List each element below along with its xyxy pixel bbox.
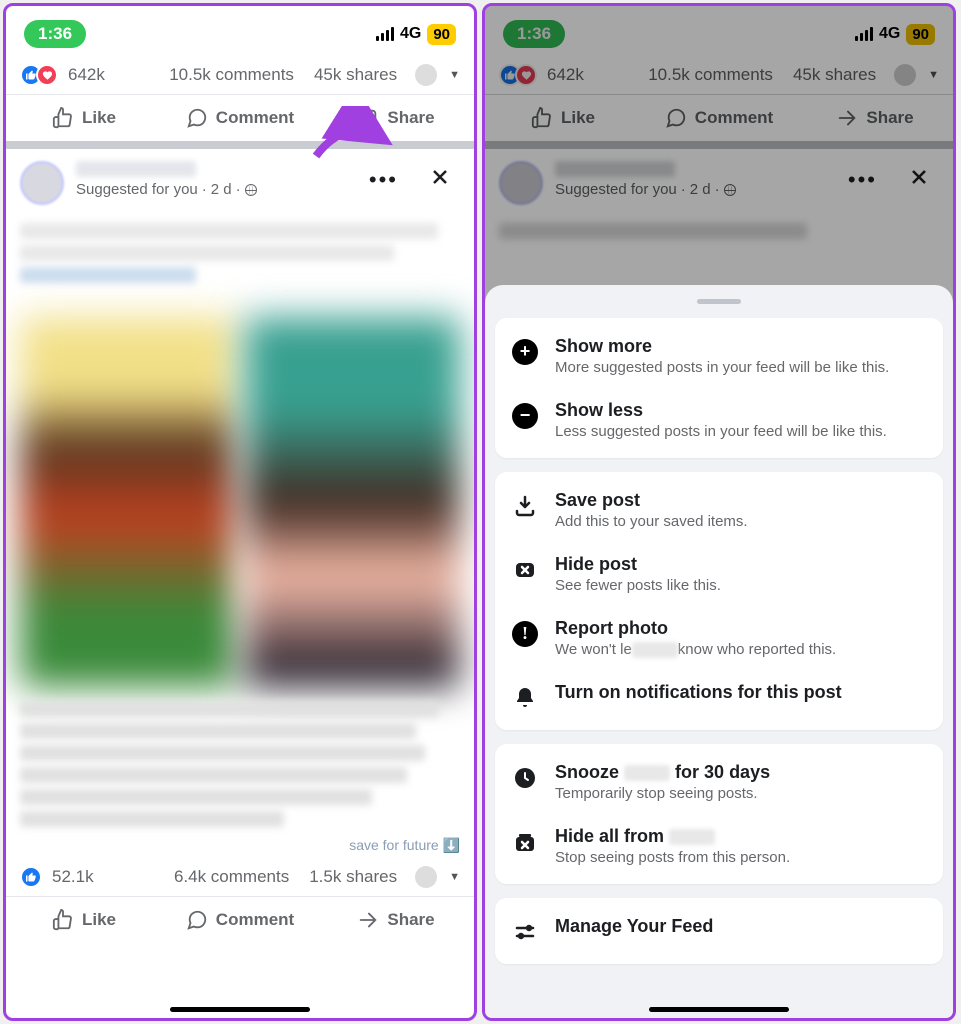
- post-options-sheet: + Show more More suggested posts in your …: [485, 285, 953, 1018]
- redacted-name: [624, 765, 670, 781]
- save-future-text: save for future ⬇️: [6, 833, 474, 858]
- save-icon: [511, 492, 539, 520]
- status-time: 1:36: [24, 20, 86, 48]
- comment-button[interactable]: Comment: [162, 897, 318, 943]
- show-more-label: Show more: [555, 336, 927, 357]
- report-photo-option[interactable]: ! Report photoWe won't leknow who report…: [495, 606, 943, 670]
- hide-all-icon: [511, 828, 539, 856]
- post-age: 2 d: [211, 181, 232, 198]
- post2-actions: Like Comment Share: [6, 896, 474, 943]
- globe-icon: [245, 184, 257, 196]
- suggested-label: Suggested for you: [76, 181, 198, 198]
- left-phone-screenshot: 1:36 4G 90 642k 10.5k comments 45k share…: [3, 3, 477, 1021]
- comments-count: 6.4k comments: [104, 867, 290, 887]
- home-indicator[interactable]: [649, 1007, 789, 1012]
- show-less-option[interactable]: − Show less Less suggested posts in your …: [495, 388, 943, 452]
- manage-feed-option[interactable]: Manage Your Feed: [495, 904, 943, 958]
- sheet-section-feedback: + Show more More suggested posts in your …: [495, 318, 943, 458]
- thumbs-up-icon: [52, 107, 74, 129]
- like-reaction-icon: [20, 866, 42, 888]
- post-meta: Suggested for you · 2 d ·: [76, 181, 347, 198]
- shares-count: 1.5k shares: [309, 867, 397, 887]
- right-phone-screenshot: 1:364G90 642k10.5k comments45k shares▼ L…: [482, 3, 956, 1021]
- author-name-redacted[interactable]: [76, 161, 196, 177]
- post-header: Suggested for you · 2 d · •••: [6, 149, 474, 217]
- caret-down-icon: ▼: [449, 871, 460, 883]
- love-reaction-icon: [36, 64, 58, 86]
- redacted-name: [632, 642, 678, 658]
- show-more-sub: More suggested posts in your feed will b…: [555, 359, 927, 376]
- status-indicators: 4G 90: [376, 24, 456, 45]
- post-caption-redacted: [6, 701, 474, 827]
- home-indicator[interactable]: [170, 1007, 310, 1012]
- show-less-sub: Less suggested posts in your feed will b…: [555, 423, 927, 440]
- minus-icon: −: [512, 403, 538, 429]
- show-more-option[interactable]: + Show more More suggested posts in your …: [495, 324, 943, 388]
- clock-icon: [511, 764, 539, 792]
- sheet-section-author-actions: Snooze for 30 daysTemporarily stop seein…: [495, 744, 943, 884]
- share-button[interactable]: Share: [318, 95, 474, 141]
- shares-count: 45k shares: [314, 65, 397, 85]
- sheet-grabber[interactable]: [697, 299, 741, 304]
- post-close-button[interactable]: [420, 161, 460, 198]
- reaction-count: 52.1k: [52, 867, 94, 887]
- sliders-icon: [511, 918, 539, 946]
- post-body: [6, 223, 474, 303]
- snooze-option[interactable]: Snooze for 30 daysTemporarily stop seein…: [495, 750, 943, 814]
- comment-label: Comment: [216, 108, 294, 128]
- post-actions: Like Comment Share: [6, 94, 474, 141]
- network-label: 4G: [400, 25, 421, 43]
- comment-icon: [186, 107, 208, 129]
- sheet-section-post-actions: Save postAdd this to your saved items. H…: [495, 472, 943, 730]
- battery-level: 90: [427, 24, 456, 45]
- comment-button[interactable]: Comment: [162, 95, 318, 141]
- share-button[interactable]: Share: [318, 897, 474, 943]
- hide-post-option[interactable]: Hide postSee fewer posts like this.: [495, 542, 943, 606]
- hide-all-option[interactable]: Hide all from Stop seeing posts from thi…: [495, 814, 943, 878]
- sheet-section-manage: Manage Your Feed: [495, 898, 943, 964]
- like-button[interactable]: Like: [6, 897, 162, 943]
- post2-stats-row[interactable]: 52.1k 6.4k comments 1.5k shares ▼: [6, 858, 474, 896]
- author-avatar[interactable]: [20, 161, 64, 205]
- report-icon: !: [511, 620, 539, 648]
- post-image-redacted[interactable]: [20, 317, 460, 687]
- status-bar: 1:36 4G 90: [6, 6, 474, 56]
- like-button[interactable]: Like: [6, 95, 162, 141]
- plus-icon: +: [512, 339, 538, 365]
- profile-switcher-avatar[interactable]: [415, 866, 437, 888]
- turn-on-notifications-option[interactable]: Turn on notifications for this post: [495, 670, 943, 724]
- comments-count: 10.5k comments: [115, 65, 294, 85]
- profile-switcher-avatar[interactable]: [415, 64, 437, 86]
- close-icon: [428, 165, 452, 189]
- reaction-count: 642k: [68, 65, 105, 85]
- reaction-icons: [20, 64, 58, 86]
- save-post-option[interactable]: Save postAdd this to your saved items.: [495, 478, 943, 542]
- cellular-signal-icon: [376, 27, 394, 41]
- caret-down-icon: ▼: [449, 69, 460, 81]
- post-more-button[interactable]: •••: [359, 161, 408, 199]
- hide-icon: [511, 556, 539, 584]
- post-stats-row[interactable]: 642k 10.5k comments 45k shares ▼: [6, 56, 474, 94]
- redacted-name: [669, 829, 715, 845]
- feed-divider: [6, 141, 474, 149]
- like-label: Like: [82, 108, 116, 128]
- share-label: Share: [387, 108, 434, 128]
- bell-icon: [511, 684, 539, 712]
- show-less-label: Show less: [555, 400, 927, 421]
- share-icon: [357, 107, 379, 129]
